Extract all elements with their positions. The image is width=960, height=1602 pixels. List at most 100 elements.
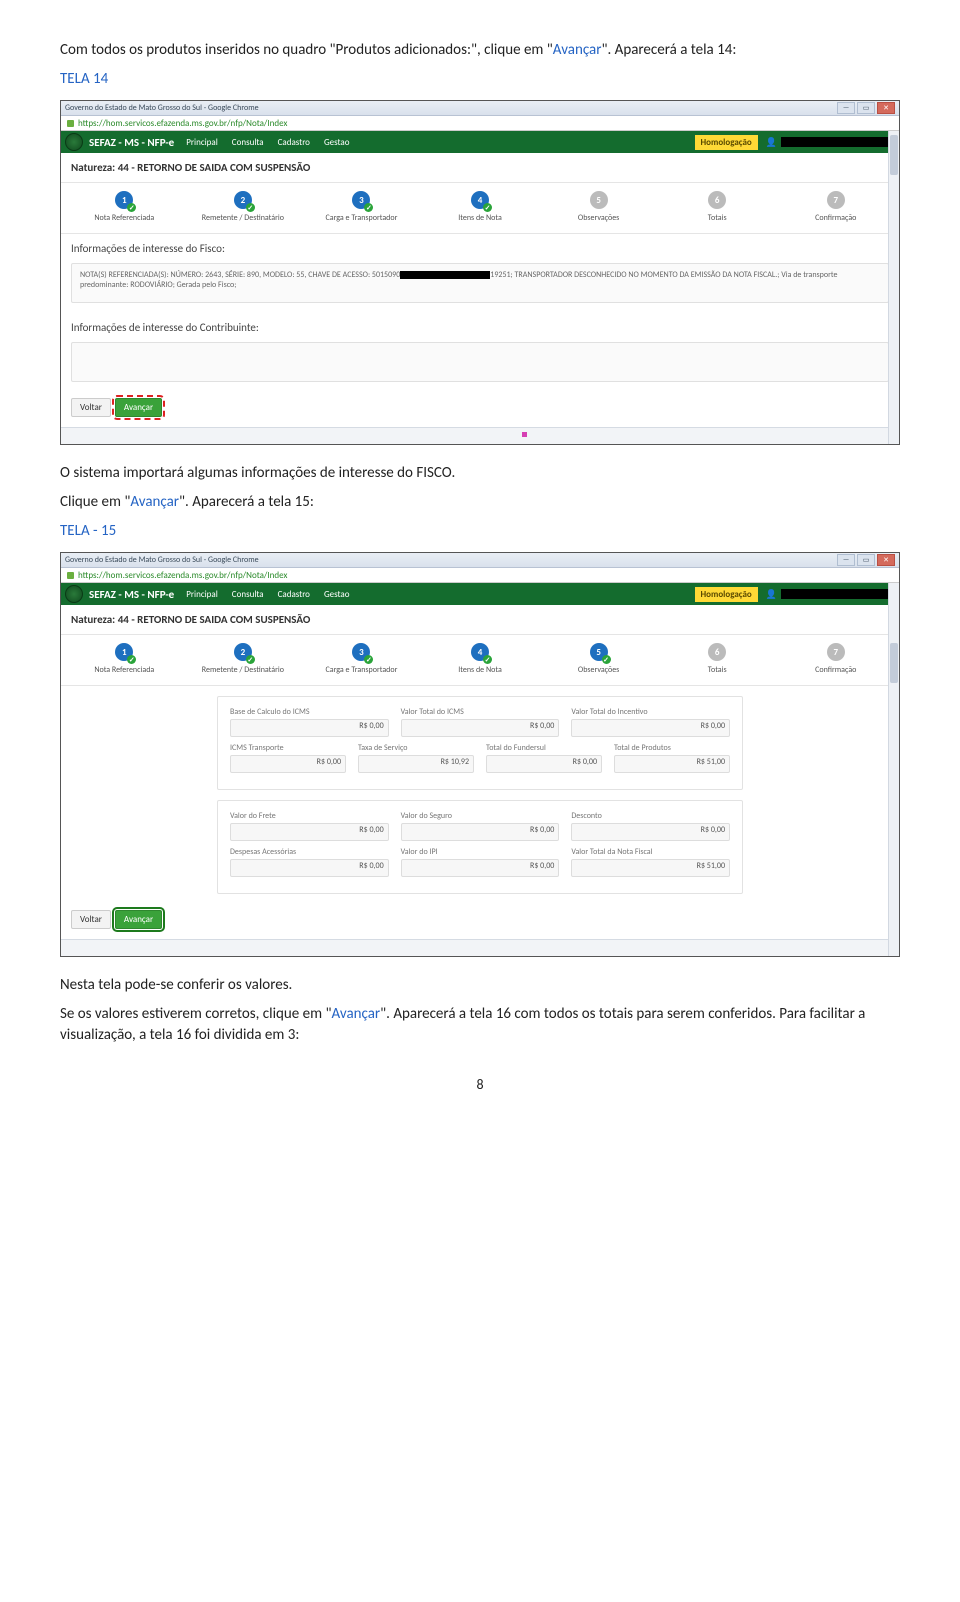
- outro-p1: Nesta tela pode-se conferir os valores.: [60, 975, 900, 996]
- scroll-thumb[interactable]: [890, 643, 898, 683]
- field-valor-seguro: Valor do SeguroR$ 0,00: [401, 811, 560, 841]
- step-3[interactable]: 3Carga e Transportador: [302, 643, 421, 675]
- redacted-key: [400, 271, 490, 279]
- step-2[interactable]: 2Remetente / Destinatário: [184, 191, 303, 223]
- screenshot-tela15: Governo do Estado de Mato Grosso do Sul …: [60, 552, 900, 957]
- step-7[interactable]: 7Confirmação: [776, 191, 895, 223]
- field-valor-frete: Valor do FreteR$ 0,00: [230, 811, 389, 841]
- nav-principal[interactable]: Principal: [186, 137, 218, 148]
- natureza-heading: Natureza: 44 - RETORNO DE SAIDA COM SUSP…: [61, 153, 899, 183]
- step-5[interactable]: 5Observações: [539, 191, 658, 223]
- status-bar-2: [61, 939, 899, 956]
- nav-gestao[interactable]: Gestao: [324, 589, 350, 600]
- field-total-fundersul: Total do FundersulR$ 0,00: [486, 743, 602, 773]
- voltar-button[interactable]: Voltar: [71, 398, 111, 417]
- fisco-text-a: NOTA(S) REFERENCIADA(S): NÚMERO: 2643, S…: [80, 270, 400, 280]
- mid-p2: Clique em "Avançar". Aparecerá a tela 15…: [60, 492, 900, 513]
- stepper-2: 1Nota Referenciada 2Remetente / Destinat…: [61, 635, 899, 686]
- gov-seal-icon: [65, 133, 83, 151]
- url-bar[interactable]: https://hom.servicos.efazenda.ms.gov.br/…: [61, 116, 899, 131]
- homologacao-badge: Homologação: [695, 587, 758, 602]
- mid-p1: O sistema importará algumas informações …: [60, 463, 900, 484]
- contribuinte-heading: Informações de interesse do Contribuinte…: [61, 313, 899, 338]
- window-max-icon[interactable]: ▭: [857, 102, 875, 114]
- gov-seal-icon: [65, 585, 83, 603]
- chrome-titlebar: Governo do Estado de Mato Grosso do Sul …: [61, 101, 899, 116]
- lock-icon: [67, 572, 74, 579]
- outro-p2a: Se os valores estiverem corretos, clique…: [60, 1005, 332, 1023]
- nav-cadastro[interactable]: Cadastro: [278, 137, 310, 148]
- nav-principal[interactable]: Principal: [186, 589, 218, 600]
- totals-row-4: Despesas AcessóriasR$ 0,00 Valor do IPIR…: [230, 847, 730, 877]
- step-1[interactable]: 1Nota Referenciada: [65, 191, 184, 223]
- totals-row-2: ICMS TransporteR$ 0,00 Taxa de ServiçoR$…: [230, 743, 730, 773]
- outro-p2: Se os valores estiverem corretos, clique…: [60, 1004, 900, 1046]
- stepper: 1Nota Referenciada 2Remetente / Destinat…: [61, 183, 899, 234]
- field-valor-total-nf: Valor Total da Nota FiscalR$ 51,00: [571, 847, 730, 877]
- field-despesas-acessorias: Despesas AcessóriasR$ 0,00: [230, 847, 389, 877]
- totals-row-3: Valor do FreteR$ 0,00 Valor do SeguroR$ …: [230, 811, 730, 841]
- scroll-thumb[interactable]: [890, 135, 898, 175]
- homologacao-badge: Homologação: [695, 135, 758, 150]
- field-valor-total-incentivo: Valor Total do IncentivoR$ 0,00: [571, 707, 730, 737]
- user-redacted: [781, 137, 891, 147]
- nav-consulta[interactable]: Consulta: [232, 589, 264, 600]
- field-taxa-servico: Taxa de ServiçoR$ 10,92: [358, 743, 474, 773]
- intro-text-a: Com todos os produtos inseridos no quadr…: [60, 41, 553, 59]
- intro-link-avancar: Avançar: [553, 41, 602, 59]
- scrollbar[interactable]: [888, 131, 899, 444]
- window-min-icon[interactable]: —: [837, 554, 855, 566]
- page-number: 8: [60, 1076, 900, 1093]
- totals-card-2: Valor do FreteR$ 0,00 Valor do SeguroR$ …: [217, 800, 743, 894]
- step-6[interactable]: 6Totais: [658, 643, 777, 675]
- window-max-icon[interactable]: ▭: [857, 554, 875, 566]
- scrollbar-2[interactable]: [888, 583, 899, 956]
- window-close-icon[interactable]: ✕: [877, 102, 895, 114]
- avancar-button[interactable]: Avançar: [115, 910, 162, 929]
- tela14-label: TELA 14: [60, 69, 900, 90]
- avancar-button[interactable]: Avançar: [115, 398, 162, 417]
- field-icms-transporte: ICMS TransporteR$ 0,00: [230, 743, 346, 773]
- fisco-heading: Informações de interesse do Fisco:: [61, 234, 899, 259]
- chrome-title: Governo do Estado de Mato Grosso do Sul …: [65, 103, 259, 113]
- voltar-button[interactable]: Voltar: [71, 910, 111, 929]
- step-4[interactable]: 4Itens de Nota: [421, 643, 540, 675]
- field-valor-ipi: Valor do IPIR$ 0,00: [401, 847, 560, 877]
- step-5[interactable]: 5Observações: [539, 643, 658, 675]
- app-title: SEFAZ - MS - NFP-e: [89, 136, 174, 149]
- field-base-icms: Base de Calculo do ICMSR$ 0,00: [230, 707, 389, 737]
- screenshot-tela14: Governo do Estado de Mato Grosso do Sul …: [60, 100, 900, 445]
- url-bar-2[interactable]: https://hom.servicos.efazenda.ms.gov.br/…: [61, 568, 899, 583]
- outro-link-avancar: Avançar: [332, 1005, 381, 1023]
- step-7[interactable]: 7Confirmação: [776, 643, 895, 675]
- step-4[interactable]: 4Itens de Nota: [421, 191, 540, 223]
- nav-consulta[interactable]: Consulta: [232, 137, 264, 148]
- status-indicator-icon: [522, 432, 527, 437]
- status-bar: [61, 427, 899, 444]
- field-desconto: DescontoR$ 0,00: [571, 811, 730, 841]
- step-2[interactable]: 2Remetente / Destinatário: [184, 643, 303, 675]
- contribuinte-info-box[interactable]: [71, 342, 889, 382]
- step-1[interactable]: 1Nota Referenciada: [65, 643, 184, 675]
- chrome-title-2: Governo do Estado de Mato Grosso do Sul …: [65, 555, 259, 565]
- step-3[interactable]: 3Carga e Transportador: [302, 191, 421, 223]
- natureza-heading-2: Natureza: 44 - RETORNO DE SAIDA COM SUSP…: [61, 605, 899, 635]
- totals-card-1: Base de Calculo do ICMSR$ 0,00 Valor Tot…: [217, 696, 743, 790]
- intro-text-b: ". Aparecerá a tela 14:: [601, 41, 736, 59]
- fisco-info-box: NOTA(S) REFERENCIADA(S): NÚMERO: 2643, S…: [71, 263, 889, 303]
- nav-gestao[interactable]: Gestao: [324, 137, 350, 148]
- app-topbar-2: SEFAZ - MS - NFP-e Principal Consulta Ca…: [61, 583, 899, 605]
- window-min-icon[interactable]: —: [837, 102, 855, 114]
- button-row-2: Voltar Avançar: [61, 904, 899, 939]
- step-6[interactable]: 6Totais: [658, 191, 777, 223]
- chrome-titlebar-2: Governo do Estado de Mato Grosso do Sul …: [61, 553, 899, 568]
- url-text-2: https://hom.servicos.efazenda.ms.gov.br/…: [78, 570, 287, 581]
- field-valor-total-icms: Valor Total do ICMSR$ 0,00: [401, 707, 560, 737]
- app-title-2: SEFAZ - MS - NFP-e: [89, 588, 174, 601]
- totals-row-1: Base de Calculo do ICMSR$ 0,00 Valor Tot…: [230, 707, 730, 737]
- window-close-icon[interactable]: ✕: [877, 554, 895, 566]
- app-topbar: SEFAZ - MS - NFP-e Principal Consulta Ca…: [61, 131, 899, 153]
- nav-cadastro[interactable]: Cadastro: [278, 589, 310, 600]
- intro-paragraph: Com todos os produtos inseridos no quadr…: [60, 40, 900, 61]
- lock-icon: [67, 120, 74, 127]
